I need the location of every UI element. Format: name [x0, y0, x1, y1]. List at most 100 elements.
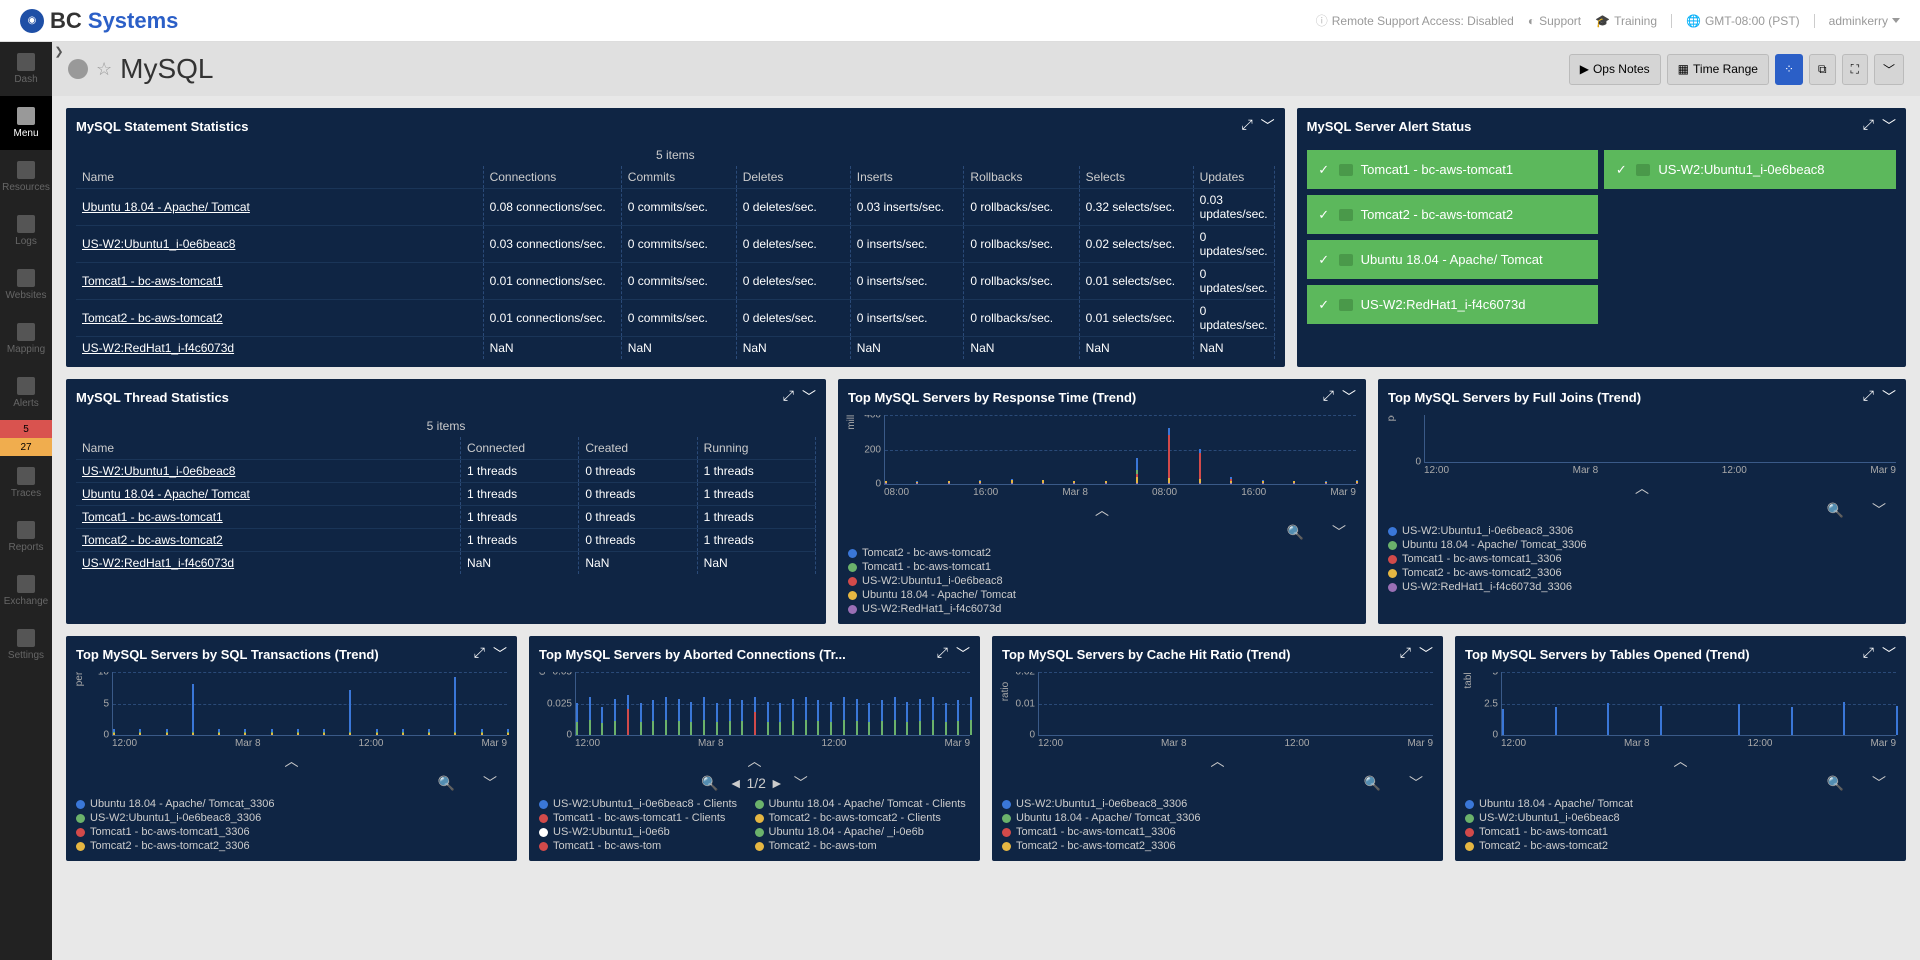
legend-item[interactable]: US-W2:RedHat1_i-f4c6073d_3306 — [1388, 580, 1896, 594]
chevron-down-icon[interactable]: ﹀ — [1872, 500, 1886, 520]
alert-badge-critical[interactable]: 5 — [0, 420, 52, 438]
chevron-down-icon[interactable]: ﹀ — [1342, 387, 1356, 407]
legend-item[interactable]: US-W2:Ubuntu1_i-0e6b — [539, 825, 755, 839]
chevron-down-icon[interactable]: ﹀ — [1261, 116, 1275, 136]
more-menu-button[interactable]: ﹀ — [1874, 54, 1904, 85]
support-link[interactable]: ◐ Support — [1528, 14, 1581, 28]
expand-icon[interactable]: ⤢ — [1241, 116, 1252, 136]
legend-item[interactable]: Tomcat1 - bc-aws-tomcat1_3306 — [1002, 825, 1433, 839]
legend-item[interactable]: US-W2:Ubuntu1_i-0e6beac8_3306 — [76, 811, 507, 825]
cell[interactable]: US-W2:RedHat1_i-f4c6073d — [76, 552, 461, 575]
col-header[interactable]: Name — [76, 437, 461, 460]
favorite-star-icon[interactable]: ☆ — [96, 59, 112, 80]
legend-item[interactable]: US-W2:Ubuntu1_i-0e6beac8 — [1465, 811, 1896, 825]
legend-item[interactable]: US-W2:Ubuntu1_i-0e6beac8 — [848, 574, 1356, 588]
col-header[interactable]: Updates — [1193, 166, 1274, 189]
ops-notes-button[interactable]: ▶ Ops Notes — [1569, 54, 1661, 85]
legend-item[interactable]: Ubuntu 18.04 - Apache/ Tomcat_3306 — [1388, 538, 1896, 552]
sidebar-item-alerts[interactable]: Alerts — [0, 366, 52, 420]
chevron-down-icon[interactable]: ﹀ — [1882, 116, 1896, 136]
search-icon[interactable]: 🔍 — [701, 775, 718, 792]
legend-item[interactable]: US-W2:Ubuntu1_i-0e6beac8_3306 — [1388, 524, 1896, 538]
chevron-down-icon[interactable]: ﹀ — [483, 773, 497, 793]
legend-item[interactable]: Tomcat1 - bc-aws-tomcat1 — [848, 560, 1356, 574]
legend-item[interactable]: Tomcat1 - bc-aws-tomcat1 — [1465, 825, 1896, 839]
legend-item[interactable]: Tomcat2 - bc-aws-tomcat2_3306 — [1002, 839, 1433, 853]
chevron-up-icon[interactable]: ︿ — [1095, 500, 1109, 520]
legend-item[interactable]: US-W2:Ubuntu1_i-0e6beac8 - Clients — [539, 797, 755, 811]
legend-item[interactable]: Ubuntu 18.04 - Apache/ Tomcat — [1465, 797, 1896, 811]
cell[interactable]: Ubuntu 18.04 - Apache/ Tomcat — [76, 189, 483, 226]
legend-item[interactable]: Ubuntu 18.04 - Apache/ Tomcat - Clients — [755, 797, 971, 811]
user-menu[interactable]: adminkerry — [1829, 14, 1900, 28]
legend-item[interactable]: Tomcat2 - bc-aws-tomcat2_3306 — [1388, 566, 1896, 580]
legend-item[interactable]: Tomcat2 - bc-aws-tomcat2 — [1465, 839, 1896, 853]
alert-badge-warning[interactable]: 27 — [0, 438, 52, 456]
search-icon[interactable]: 🔍 — [1827, 775, 1844, 792]
col-header[interactable]: Running — [697, 437, 815, 460]
cell[interactable]: Tomcat2 - bc-aws-tomcat2 — [76, 300, 483, 337]
col-header[interactable]: Connected — [461, 437, 579, 460]
cell[interactable]: Tomcat1 - bc-aws-tomcat1 — [76, 506, 461, 529]
expand-icon[interactable]: ⤢ — [474, 644, 485, 664]
expand-icon[interactable]: ⤢ — [1400, 644, 1411, 664]
legend-item[interactable]: Tomcat1 - bc-aws-tomcat1_3306 — [1388, 552, 1896, 566]
expand-icon[interactable]: ⤢ — [937, 644, 948, 664]
chevron-down-icon[interactable]: ﹀ — [1419, 644, 1433, 664]
chevron-down-icon[interactable]: ﹀ — [1882, 644, 1896, 664]
search-icon[interactable]: 🔍 — [1287, 524, 1304, 541]
chevron-up-icon[interactable]: ︿ — [1211, 751, 1225, 771]
view-mode-button[interactable]: ⁘ — [1775, 54, 1803, 85]
cell[interactable]: Tomcat2 - bc-aws-tomcat2 — [76, 529, 461, 552]
search-icon[interactable]: 🔍 — [1364, 775, 1381, 792]
legend-item[interactable]: US-W2:Ubuntu1_i-0e6beac8_3306 — [1002, 797, 1433, 811]
chevron-down-icon[interactable]: ﹀ — [956, 644, 970, 664]
logo[interactable]: ◉ BC Systems — [20, 8, 178, 34]
col-header[interactable]: Inserts — [850, 166, 964, 189]
legend-item[interactable]: Tomcat1 - bc-aws-tomcat1_3306 — [76, 825, 507, 839]
chevron-down-icon[interactable]: ﹀ — [493, 644, 507, 664]
alert-card[interactable]: ✓US-W2:Ubuntu1_i-0e6beac8 — [1604, 150, 1896, 189]
chevron-up-icon[interactable]: ︿ — [748, 751, 762, 771]
sidebar-item-traces[interactable]: Traces — [0, 456, 52, 510]
legend-item[interactable]: Ubuntu 18.04 - Apache/ _i-0e6b — [755, 825, 971, 839]
chevron-down-icon[interactable]: ﹀ — [802, 387, 816, 407]
expand-icon[interactable]: ⤢ — [1323, 387, 1334, 407]
timezone-selector[interactable]: 🌐 GMT-08:00 (PST) — [1686, 14, 1800, 28]
legend-item[interactable]: Ubuntu 18.04 - Apache/ Tomcat_3306 — [76, 797, 507, 811]
chevron-up-icon[interactable]: ︿ — [1635, 478, 1649, 498]
cell[interactable]: Ubuntu 18.04 - Apache/ Tomcat — [76, 483, 461, 506]
legend-item[interactable]: Tomcat2 - bc-aws-tomcat2 - Clients — [755, 811, 971, 825]
legend-item[interactable]: Ubuntu 18.04 - Apache/ Tomcat_3306 — [1002, 811, 1433, 825]
expand-icon[interactable]: ⤢ — [1863, 644, 1874, 664]
sidebar-item-dash[interactable]: Dash — [0, 42, 52, 96]
cell[interactable]: US-W2:Ubuntu1_i-0e6beac8 — [76, 226, 483, 263]
col-header[interactable]: Commits — [621, 166, 736, 189]
legend-item[interactable]: Tomcat2 - bc-aws-tomcat2 — [848, 546, 1356, 560]
sidebar-item-resources[interactable]: Resources — [0, 150, 52, 204]
alert-card[interactable]: ✓Tomcat1 - bc-aws-tomcat1 — [1307, 150, 1599, 189]
sidebar-item-settings[interactable]: Settings — [0, 618, 52, 672]
legend-item[interactable]: Tomcat1 - bc-aws-tom — [539, 839, 755, 853]
col-header[interactable]: Selects — [1079, 166, 1193, 189]
cell[interactable]: Tomcat1 - bc-aws-tomcat1 — [76, 263, 483, 300]
col-header[interactable]: Connections — [483, 166, 621, 189]
chevron-down-icon[interactable]: ﹀ — [1872, 773, 1886, 793]
alert-card[interactable]: ✓Ubuntu 18.04 - Apache/ Tomcat — [1307, 240, 1599, 279]
expand-icon[interactable]: ⤢ — [783, 387, 794, 407]
chevron-up-icon[interactable]: ︿ — [1674, 751, 1688, 771]
sidebar-item-exchange[interactable]: Exchange — [0, 564, 52, 618]
sidebar-item-mapping[interactable]: Mapping — [0, 312, 52, 366]
fullscreen-button[interactable]: ⛶ — [1842, 54, 1868, 85]
search-icon[interactable]: 🔍 — [438, 775, 455, 792]
col-header[interactable]: Deletes — [736, 166, 850, 189]
chevron-down-icon[interactable]: ﹀ — [1882, 387, 1896, 407]
col-header[interactable]: Name — [76, 166, 483, 189]
alert-card[interactable]: ✓US-W2:RedHat1_i-f4c6073d — [1307, 285, 1599, 324]
expand-icon[interactable]: ⤢ — [1863, 116, 1874, 136]
sidebar-expand-button[interactable]: ❯ — [52, 42, 66, 60]
cell[interactable]: US-W2:Ubuntu1_i-0e6beac8 — [76, 460, 461, 483]
col-header[interactable]: Created — [579, 437, 697, 460]
chevron-down-icon[interactable]: ﹀ — [1332, 522, 1346, 542]
cell[interactable]: US-W2:RedHat1_i-f4c6073d — [76, 337, 483, 360]
